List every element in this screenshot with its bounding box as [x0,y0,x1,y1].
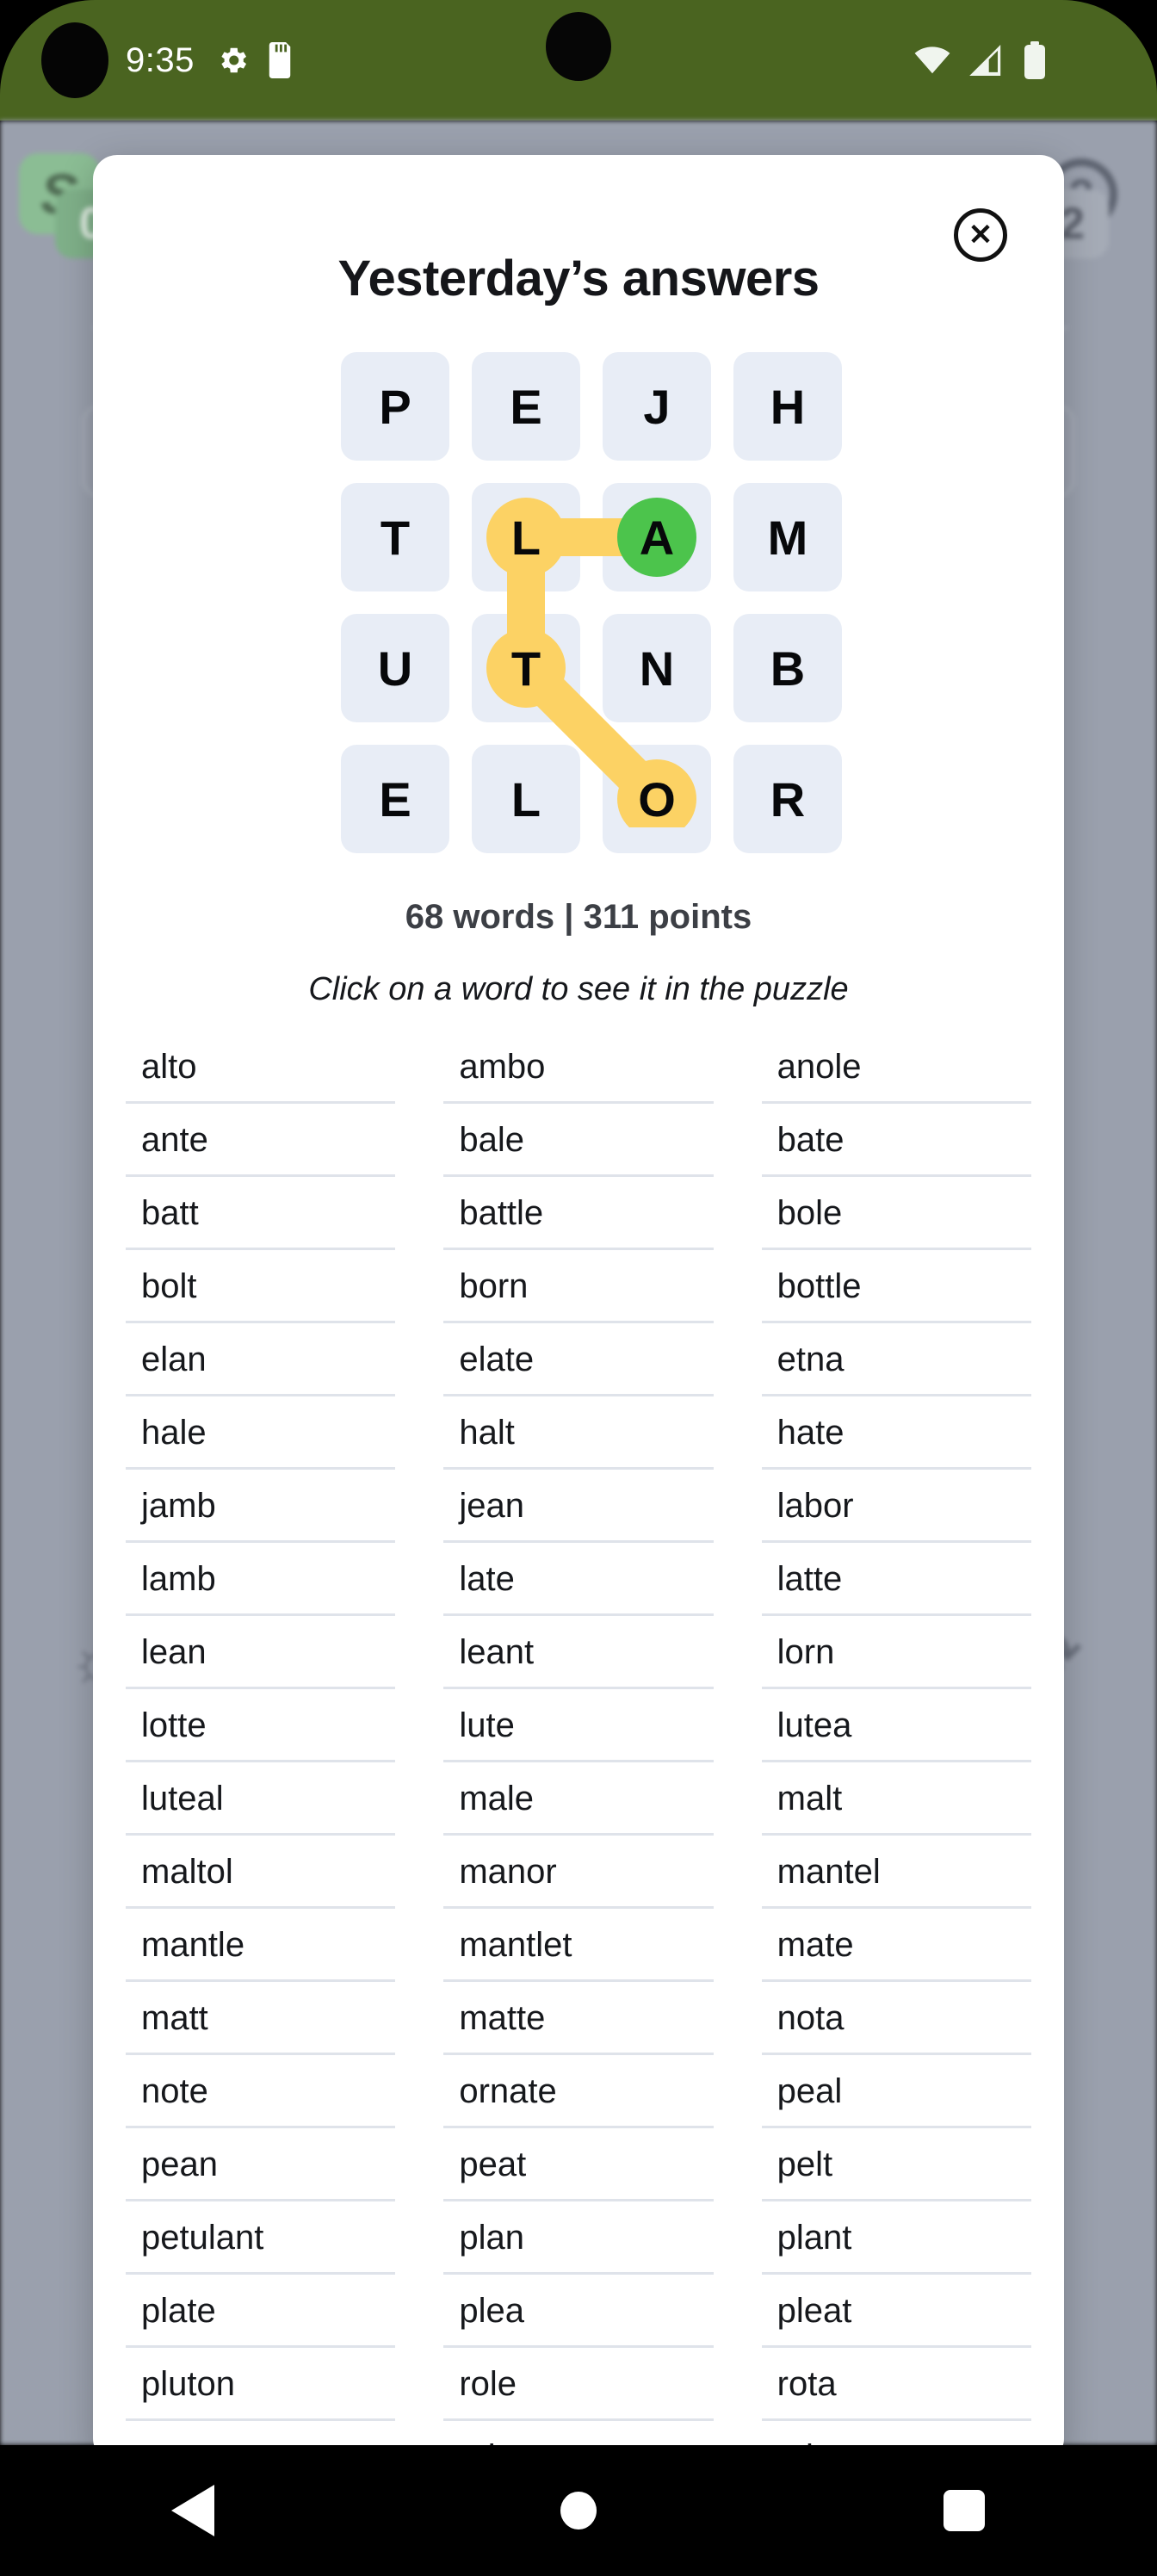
word-list-item[interactable]: hale [126,1396,396,1470]
word-list-item[interactable]: petulant [126,2201,396,2275]
status-bar: 9:35 [0,0,1157,121]
word-list-item[interactable]: hate [761,1396,1031,1470]
home-icon[interactable] [518,2476,639,2545]
sd-card-icon [265,42,294,78]
grid-tile: R [733,745,842,853]
word-list-item[interactable]: matt [126,1982,396,2055]
word-list-item[interactable]: mantel [761,1836,1031,1909]
grid-tile: J [603,352,711,461]
word-list-item[interactable]: plea [443,2275,714,2348]
grid-tile: U [341,614,449,722]
word-list-item[interactable]: bole [761,1177,1031,1250]
word-list-item[interactable]: latte [761,1543,1031,1616]
grid-tile: L [472,745,580,853]
grid-tile: E [472,352,580,461]
word-list-item[interactable]: note [126,2055,396,2128]
word-list-item[interactable]: mantle [126,1909,396,1982]
word-list-item[interactable]: pleat [761,2275,1031,2348]
stats-summary: 68 words | 311 points [405,898,752,936]
wifi-icon [914,46,950,75]
back-icon[interactable] [133,2476,253,2545]
word-list-item[interactable]: lotte [126,1689,396,1762]
word-list-item[interactable]: lute [443,1689,714,1762]
battery-icon [1023,41,1047,79]
word-list-item[interactable]: malt [761,1762,1031,1836]
word-list-item[interactable]: lorn [761,1616,1031,1689]
yesterdays-answers-modal: ✕ Yesterday’s answers PEJHTMUNBELR ALTO … [93,155,1064,2462]
device-screen: 9:35 0 ✕ Yesterday’s answers P E J H T M… [0,0,1157,2576]
status-bar-clock: 9:35 [126,41,195,79]
word-list-item[interactable]: elate [443,1323,714,1396]
word-list-item[interactable]: jamb [126,1470,396,1543]
word-list-item[interactable]: bate [761,1104,1031,1177]
word-list-item[interactable]: maltol [126,1836,396,1909]
word-list-item[interactable]: role [443,2348,714,2421]
word-list-item[interactable]: ornate [443,2055,714,2128]
word-list-item[interactable]: peal [761,2055,1031,2128]
word-list-item[interactable]: matte [443,1982,714,2055]
word-list-item[interactable]: batt [126,1177,396,1250]
grid-tile: N [603,614,711,722]
word-list-item[interactable]: etna [761,1323,1031,1396]
word-list-item[interactable]: pelt [761,2128,1031,2201]
word-list-item[interactable]: lamb [126,1543,396,1616]
word-list-item[interactable]: rota [761,2348,1031,2421]
word-list-item[interactable]: plate [126,2275,396,2348]
front-camera-cutout [41,22,108,98]
word-list-item[interactable]: lean [126,1616,396,1689]
grid-tile [472,614,580,722]
grid-tile [603,483,711,591]
word-list-item[interactable]: lutea [761,1689,1031,1762]
modal-scroll-area[interactable]: ✕ Yesterday’s answers PEJHTMUNBELR ALTO … [93,155,1064,2462]
word-list-item[interactable]: plant [761,2201,1031,2275]
grid-tile: P [341,352,449,461]
word-list-item[interactable]: anole [761,1031,1031,1104]
camera-notch [546,12,611,81]
word-list-item[interactable]: luteal [126,1762,396,1836]
recents-icon[interactable] [904,2476,1024,2545]
word-list-item[interactable]: mate [761,1909,1031,1982]
grid-tile: B [733,614,842,722]
puzzle-grid-wrapper: PEJHTMUNBELR ALTO [341,352,842,853]
word-list-item[interactable]: ante [126,1104,396,1177]
grid-tile: T [341,483,449,591]
word-list-item[interactable]: peat [443,2128,714,2201]
word-list-item[interactable]: plan [443,2201,714,2275]
page-title: Yesterday’s answers [337,251,820,307]
word-list-item[interactable]: late [443,1543,714,1616]
word-list-item[interactable]: bolt [126,1250,396,1323]
word-list-item[interactable]: male [443,1762,714,1836]
word-list-item[interactable]: born [443,1250,714,1323]
grid-tile [472,483,580,591]
grid-tile: E [341,745,449,853]
word-list: alto ambo anole ante bale bate batt battle bole b… [126,1031,1031,2462]
word-list-item[interactable]: halt [443,1396,714,1470]
grid-tile: H [733,352,842,461]
settings-gear-icon [217,44,250,77]
word-list-item[interactable]: pluton [126,2348,396,2421]
word-list-item[interactable]: manor [443,1836,714,1909]
puzzle-grid: PEJHTMUNBELR [341,352,842,853]
grid-tile [603,745,711,853]
word-list-item[interactable]: bottle [761,1250,1031,1323]
word-list-item[interactable]: elan [126,1323,396,1396]
word-list-item[interactable]: ambo [443,1031,714,1104]
word-list-item[interactable]: jean [443,1470,714,1543]
word-list-item[interactable]: mantlet [443,1909,714,1982]
hint-text: Click on a word to see it in the puzzle [308,971,849,1007]
close-icon[interactable]: ✕ [954,208,1007,262]
grid-tile: M [733,483,842,591]
word-list-item[interactable]: bale [443,1104,714,1177]
word-list-item[interactable]: leant [443,1616,714,1689]
word-list-item[interactable]: battle [443,1177,714,1250]
word-list-item[interactable]: alto [126,1031,396,1104]
cellular-signal-icon [969,45,1004,76]
word-list-item[interactable]: pean [126,2128,396,2201]
android-navigation-bar [0,2445,1157,2576]
word-list-item[interactable]: labor [761,1470,1031,1543]
word-list-item[interactable]: nota [761,1982,1031,2055]
